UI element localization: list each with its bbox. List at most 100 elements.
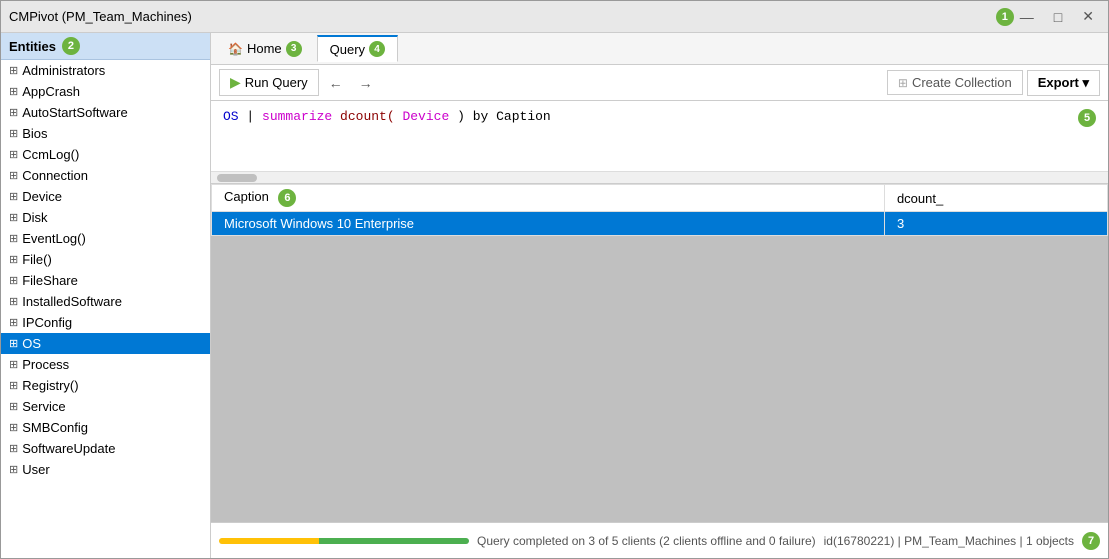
main-content: Entities 2 ⊞Administrators⊞AppCrash⊞Auto… xyxy=(1,33,1108,558)
sidebar-item-label: Registry() xyxy=(22,378,78,393)
close-button[interactable]: ✕ xyxy=(1076,6,1100,27)
entities-badge: 2 xyxy=(62,37,80,55)
progress-green xyxy=(319,538,469,544)
sidebar-item-connection[interactable]: ⊞ Connection xyxy=(1,165,210,186)
tab-home-label: Home xyxy=(247,41,282,56)
sidebar-item-autostartsoftware[interactable]: ⊞ AutoStartSoftware xyxy=(1,102,210,123)
dcount-link[interactable]: 3 xyxy=(897,216,904,231)
sidebar-item-disk[interactable]: ⊞ Disk xyxy=(1,207,210,228)
sidebar-item-smbconfig[interactable]: ⊞SMBConfig xyxy=(1,417,210,438)
tab-bar: 🏠 Home 3 Query 4 xyxy=(211,33,1108,65)
expand-icon: ⊞ xyxy=(9,295,18,308)
tab-home[interactable]: 🏠 Home 3 xyxy=(215,36,315,62)
dcount-cell: 3 xyxy=(884,212,1107,236)
expand-icon: ⊞ xyxy=(9,442,18,455)
sidebar-item-label: Disk xyxy=(22,210,47,225)
run-query-label: Run Query xyxy=(245,75,308,90)
main-window: CMPivot (PM_Team_Machines) 1 — □ ✕ Entit… xyxy=(0,0,1109,559)
table-header-row: Caption 6 dcount_ xyxy=(212,185,1108,212)
sidebar-item-ccmlog[interactable]: ⊞ CcmLog() xyxy=(1,144,210,165)
sidebar-item-os[interactable]: ⊞OS xyxy=(1,333,210,354)
sidebar-item-bios[interactable]: ⊞ Bios xyxy=(1,123,210,144)
sidebar-item-label: FileShare xyxy=(22,273,78,288)
sidebar-item-label: SoftwareUpdate xyxy=(22,441,115,456)
status-badge: 7 xyxy=(1082,532,1100,550)
run-query-button[interactable]: ▶ Run Query xyxy=(219,69,319,96)
create-collection-button[interactable]: ⊞ Create Collection xyxy=(887,70,1023,95)
maximize-button[interactable]: □ xyxy=(1048,6,1068,27)
sidebar-item-appcrash[interactable]: ⊞AppCrash xyxy=(1,81,210,102)
status-text: Query completed on 3 of 5 clients (2 cli… xyxy=(477,534,816,548)
expand-icon: ⊞ xyxy=(9,316,18,329)
expand-icon: ⊞ xyxy=(9,379,18,392)
sidebar-item-ipconfig[interactable]: ⊞IPConfig xyxy=(1,312,210,333)
tab-query-label: Query xyxy=(330,42,365,57)
window-title: CMPivot (PM_Team_Machines) xyxy=(9,9,992,24)
sidebar-item-label: Service xyxy=(22,399,65,414)
sidebar-item-fileshare[interactable]: ⊞ FileShare xyxy=(1,270,210,291)
query-keyword-summarize: summarize xyxy=(262,109,332,124)
sidebar-list: ⊞Administrators⊞AppCrash⊞AutoStartSoftwa… xyxy=(1,60,210,558)
expand-icon: ⊞ xyxy=(9,169,18,182)
sidebar-item-label: User xyxy=(22,462,49,477)
expand-icon: ⊞ xyxy=(9,148,18,161)
query-badge: 5 xyxy=(1078,109,1096,127)
sidebar-item-device[interactable]: ⊞ Device xyxy=(1,186,210,207)
export-button[interactable]: Export ▾ xyxy=(1027,70,1100,96)
editor-scrollbar-h[interactable] xyxy=(211,171,1108,183)
forward-button[interactable]: → xyxy=(353,73,379,93)
minimize-button[interactable]: — xyxy=(1014,6,1040,27)
col-dcount-header: dcount_ xyxy=(884,185,1107,212)
sidebar-item-service[interactable]: ⊞ Service xyxy=(1,396,210,417)
expand-icon: ⊞ xyxy=(9,127,18,140)
expand-icon: ⊞ xyxy=(9,253,18,266)
expand-icon: ⊞ xyxy=(9,232,18,245)
status-right: id(16780221) | PM_Team_Machines | 1 obje… xyxy=(824,532,1100,550)
sidebar-item-label: Bios xyxy=(22,126,47,141)
sidebar-item-label: AppCrash xyxy=(22,84,80,99)
results-header-badge: 6 xyxy=(278,189,296,207)
sidebar-item-label: AutoStartSoftware xyxy=(22,105,128,120)
query-keyword-os: OS xyxy=(223,109,239,124)
query-keyword-device: Device xyxy=(395,109,457,124)
sidebar-item-label: Connection xyxy=(22,168,88,183)
sidebar-item-process[interactable]: ⊞Process xyxy=(1,354,210,375)
expand-icon: ⊞ xyxy=(9,190,18,203)
sidebar-item-installedsoftware[interactable]: ⊞InstalledSoftware xyxy=(1,291,210,312)
expand-icon: ⊞ xyxy=(9,211,18,224)
sidebar-item-label: SMBConfig xyxy=(22,420,88,435)
sidebar-item-label: Device xyxy=(22,189,62,204)
sidebar-item-label: Process xyxy=(22,357,69,372)
sidebar-item-label: EventLog() xyxy=(22,231,86,246)
table-row[interactable]: Microsoft Windows 10 Enterprise3 xyxy=(212,212,1108,236)
sidebar-item-registry[interactable]: ⊞ Registry() xyxy=(1,375,210,396)
tab-query[interactable]: Query 4 xyxy=(317,35,398,62)
sidebar-item-softwareupdate[interactable]: ⊞ SoftwareUpdate xyxy=(1,438,210,459)
tab-home-badge: 3 xyxy=(286,41,302,57)
sidebar-item-user[interactable]: ⊞User xyxy=(1,459,210,480)
collection-icon: ⊞ xyxy=(898,76,908,90)
progress-bar xyxy=(219,538,469,544)
sidebar-item-file[interactable]: ⊞ File() xyxy=(1,249,210,270)
expand-icon: ⊞ xyxy=(9,64,18,77)
sidebar-item-label: File() xyxy=(22,252,52,267)
tab-query-badge: 4 xyxy=(369,41,385,57)
status-left: Query completed on 3 of 5 clients (2 cli… xyxy=(219,534,816,548)
window-controls: — □ ✕ xyxy=(1014,6,1100,27)
scroll-thumb-h xyxy=(217,174,257,182)
sidebar: Entities 2 ⊞Administrators⊞AppCrash⊞Auto… xyxy=(1,33,211,558)
sidebar-item-label: Administrators xyxy=(22,63,105,78)
col-caption-header: Caption 6 xyxy=(212,185,885,212)
back-button[interactable]: ← xyxy=(323,73,349,93)
expand-icon: ⊞ xyxy=(9,400,18,413)
query-caption: Caption xyxy=(496,109,551,124)
sidebar-item-administrators[interactable]: ⊞ Administrators xyxy=(1,60,210,81)
expand-icon: ⊞ xyxy=(9,337,18,350)
toolbar: ▶ Run Query ← → ⊞ Create Collection Expo… xyxy=(211,65,1108,101)
query-editor[interactable]: OS | summarize dcount( Device ) by Capti… xyxy=(211,101,1108,171)
sidebar-item-label: CcmLog() xyxy=(22,147,79,162)
sidebar-header: Entities 2 xyxy=(1,33,210,60)
sidebar-item-eventlog[interactable]: ⊞ EventLog() xyxy=(1,228,210,249)
expand-icon: ⊞ xyxy=(9,274,18,287)
expand-icon: ⊞ xyxy=(9,106,18,119)
